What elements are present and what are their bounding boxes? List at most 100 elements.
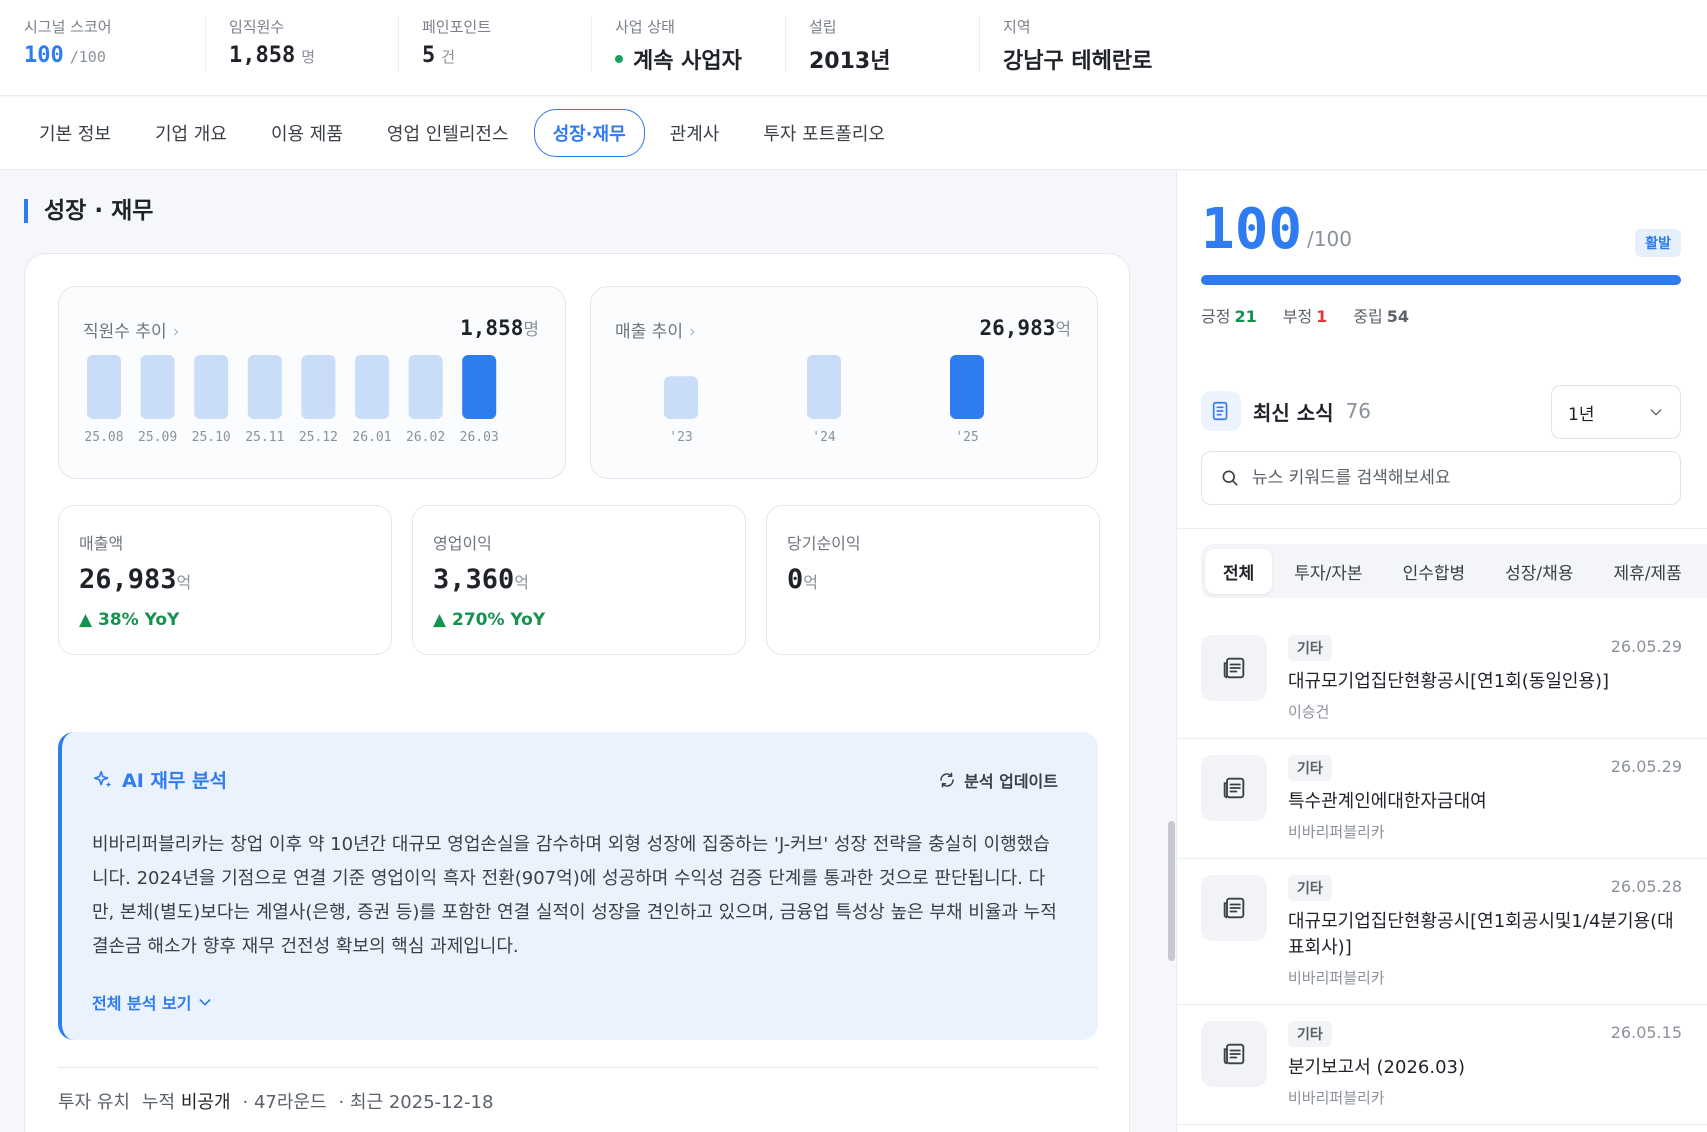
news-date: 26.05.29 [1610, 637, 1682, 656]
chart-bar [408, 355, 443, 419]
sentiment-counts: 긍정 21 부정 1 중립 54 [1201, 303, 1409, 327]
trend-unit: 명 [523, 320, 539, 340]
employee-trend-card[interactable]: 직원수 추이 › 1,858명 25.08 25.09 25.10 25.11 25.12… [58, 286, 566, 479]
score-progress-bar [1201, 275, 1681, 285]
employee-bar-chart: 25.08 25.09 25.10 25.11 25.12 26.01 26.02 26.03 [84, 355, 499, 445]
trend-unit: 억 [1055, 320, 1071, 340]
stat-value: 1,858 [229, 43, 296, 68]
news-date: 26.05.29 [1610, 757, 1682, 776]
metric-operating-profit: 영업이익 3,360억 ▲ 270% YoY [412, 505, 746, 655]
investment-summary: 투자 유치 누적 비공개 · 47라운드 · 최근 2025-12-18 [58, 1067, 1098, 1114]
metric-value: 26,983 [79, 564, 177, 595]
chart-bar [355, 355, 389, 419]
tab-basic-info[interactable]: 기본 정보 [20, 109, 130, 157]
news-item[interactable]: 기타 26.05.29 대규모기업집단현황공시[연1회(동일인용)] 이승건 [1177, 619, 1707, 739]
period-select[interactable]: 1년 [1551, 385, 1681, 439]
trend-title: 직원수 추이 [83, 322, 167, 342]
tab-company-overview[interactable]: 기업 개요 [136, 109, 246, 157]
news-tag: 기타 [1288, 1021, 1332, 1047]
news-search-input[interactable] [1252, 468, 1652, 488]
trend-title: 매출 추이 [615, 322, 683, 342]
news-item[interactable]: 기타 26.05.29 특수관계인에대한자금대여 비바리퍼블리카 [1177, 739, 1707, 859]
news-category-tabs: 전체 투자/자본 인수합병 성장/채용 제휴/제품 [1201, 544, 1707, 598]
metric-label: 매출액 [79, 534, 124, 553]
ai-update-button[interactable]: 분석 업데이트 [938, 768, 1058, 792]
stat-label: 시그널 스코어 [24, 18, 112, 36]
neutral-count: 54 [1386, 307, 1410, 326]
ai-update-label: 분석 업데이트 [964, 772, 1058, 791]
chart-bar [950, 355, 984, 419]
news-source: 비바리퍼블리카 [1288, 1089, 1385, 1107]
news-count: 76 [1345, 399, 1372, 423]
chart-tick-label: 26.03 [460, 430, 499, 445]
stat-value: 5 [422, 43, 436, 68]
newspaper-icon [1212, 401, 1228, 421]
negative-label: 부정 [1282, 307, 1313, 326]
category-growth-hiring[interactable]: 성장/채용 [1487, 549, 1591, 594]
section-tabs: 기본 정보 기업 개요 이용 제품 영업 인텔리전스 성장·재무 관계사 투자 … [0, 97, 1707, 170]
stat-unit: 명 [301, 48, 316, 66]
news-date: 26.05.28 [1610, 877, 1682, 896]
news-item[interactable]: 기타 26.05.15 분기보고서 (2026.03) 비바리퍼블리카 [1177, 1005, 1707, 1125]
news-headline: 대규모기업집단현황공시[연1회공시및1/4분기용(대표회사)] [1288, 911, 1674, 958]
metric-unit: 억 [803, 573, 818, 592]
news-source: 비바리퍼블리카 [1288, 969, 1385, 987]
stat-label: 설립 [809, 18, 837, 36]
neutral-label: 중립 [1353, 307, 1383, 326]
stat-unit: /100 [69, 48, 106, 66]
metric-value: 0 [787, 564, 804, 595]
chart-bar [301, 355, 336, 419]
chart-bar [664, 376, 698, 419]
investment-label: 투자 유치 [58, 1092, 130, 1113]
document-icon [1223, 657, 1245, 679]
score-progress-fill [1201, 275, 1681, 285]
news-item[interactable]: 기타 26.05.28 대규모기업집단현황공시[연1회공시및1/4분기용(대표회… [1177, 859, 1707, 1005]
news-source: 비바리퍼블리카 [1288, 823, 1385, 841]
stat-unit: 건 [441, 48, 456, 66]
activity-badge: 활발 [1635, 229, 1681, 257]
category-all[interactable]: 전체 [1205, 548, 1273, 594]
metric-unit: 억 [514, 573, 530, 592]
chart-tick-label: 26.01 [352, 430, 391, 445]
stat-business-status: 사업 상태 계속 사업자 [591, 0, 785, 95]
tab-growth-finance[interactable]: 성장·재무 [533, 109, 645, 157]
metric-value: 3,360 [433, 564, 515, 595]
tab-products[interactable]: 이용 제품 [252, 109, 362, 157]
tab-investment-portfolio[interactable]: 투자 포트폴리오 [744, 109, 904, 157]
chevron-down-icon [199, 999, 211, 1006]
revenue-trend-card[interactable]: 매출 추이 › 26,983억 '23 '24 '25 [590, 286, 1098, 479]
news-date: 26.05.15 [1610, 1023, 1682, 1042]
investment-cumulative-value: 비공개 [180, 1092, 231, 1113]
chevron-down-icon [1650, 409, 1662, 416]
chart-tick-label: '25 [955, 430, 978, 445]
category-mna[interactable]: 인수합병 [1385, 549, 1484, 594]
investment-rounds: · 47라운드 [242, 1092, 327, 1113]
tab-affiliates[interactable]: 관계사 [651, 109, 739, 157]
news-header: 최신 소식 76 [1201, 391, 1371, 431]
category-investment[interactable]: 투자/자본 [1276, 549, 1380, 594]
metric-unit: 억 [176, 573, 192, 592]
tab-sales-intelligence[interactable]: 영업 인텔리전스 [368, 109, 528, 157]
stat-label: 임직원수 [229, 18, 285, 36]
stat-value: 2013년 [809, 49, 891, 74]
chart-tick-label: 25.12 [299, 430, 338, 445]
signal-news-panel: 100 /100 활발 긍정21 부정1 중립54 최신 소식 76 1년 전체… [1176, 171, 1707, 1132]
divider [1177, 528, 1707, 529]
sparkle-icon [93, 770, 112, 787]
category-partnership[interactable]: 제휴/제품 [1595, 549, 1699, 594]
chart-bar [807, 355, 841, 419]
ai-more-link[interactable]: 전체 분석 보기 [92, 990, 213, 1014]
scrollbar-thumb[interactable] [1168, 821, 1175, 961]
news-headline: 특수관계인에대한자금대여 [1288, 791, 1487, 812]
investment-latest: · 최근 2025-12-18 [338, 1092, 494, 1113]
news-headline: 분기보고서 (2026.03) [1288, 1057, 1466, 1078]
news-headline: 대규모기업집단현황공시[연1회(동일인용)] [1288, 671, 1610, 692]
stat-founded: 설립 2013년 [785, 0, 979, 95]
growth-finance-panel: 성장 · 재무 직원수 추이 › 1,858명 25.08 25.09 25.10 25… [0, 171, 1175, 1132]
ai-more-label: 전체 분석 보기 [92, 994, 192, 1013]
ai-analysis-box: AI 재무 분석 분석 업데이트 비바리퍼블리카는 창업 이후 약 10년간 대… [58, 732, 1098, 1040]
stat-label: 지역 [1003, 18, 1031, 36]
chevron-right-icon: › [688, 322, 696, 342]
news-search[interactable] [1201, 451, 1681, 505]
chevron-right-icon: › [172, 322, 180, 342]
